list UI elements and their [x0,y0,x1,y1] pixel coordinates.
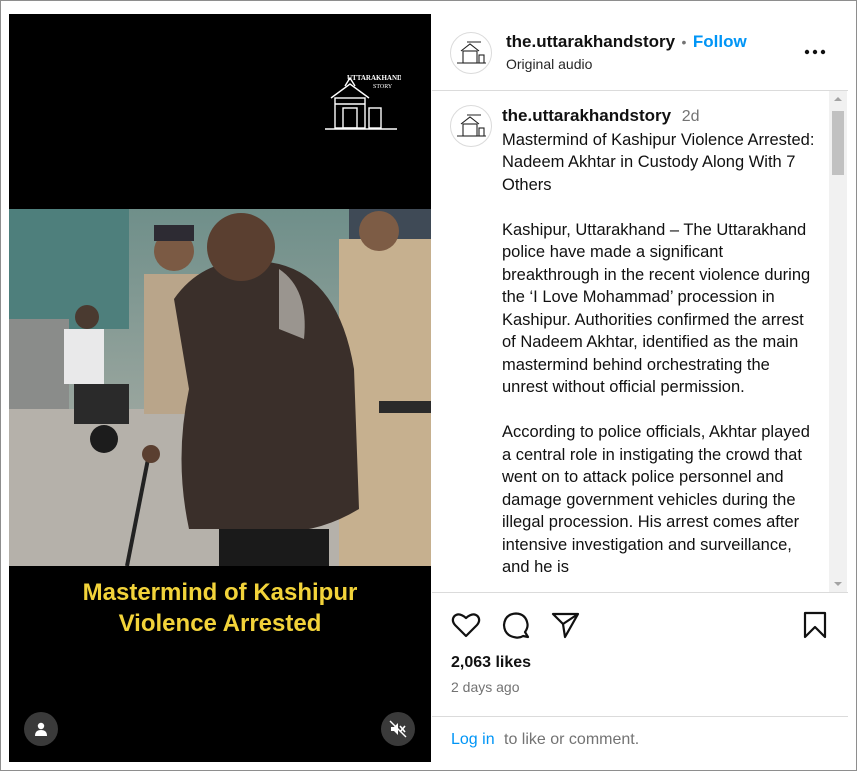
scroll-up-arrow-icon[interactable] [829,93,847,105]
mute-button[interactable] [381,712,415,746]
scroll-down-arrow-icon[interactable] [829,578,847,590]
scrollbar[interactable] [829,91,847,592]
post-paragraph-2: According to police officials, Akhtar pl… [502,423,810,576]
caption-avatar[interactable] [450,105,492,147]
profile-logo-icon [457,41,486,64]
post-time[interactable]: 2d [682,108,700,125]
post-caption: the.uttarakhandstory 2d Mastermind of Ka… [502,105,820,592]
user-icon [35,722,47,736]
watermark-logo: UTTARAKHAND STORY [321,72,402,134]
video-caption: Mastermind of Kashipur Violence Arrested [9,577,431,639]
embed-frame: UTTARAKHAND STORY Mastermind of Kashipur… [0,0,857,771]
save-button[interactable] [802,611,828,644]
bookmark-icon [803,611,827,639]
share-button[interactable] [551,611,581,644]
likes-count[interactable]: 2,063 likes [451,654,531,672]
video-frame-image [9,209,431,566]
profile-logo-icon [457,114,486,137]
svg-text:UTTARAKHAND: UTTARAKHAND [347,74,401,82]
audio-label[interactable]: Original audio [506,56,592,72]
action-bar [432,608,848,644]
caption-username[interactable]: the.uttarakhandstory [502,106,671,125]
post-title: Mastermind of Kashipur Violence Arrested… [502,130,815,194]
comment-button[interactable] [501,611,531,646]
login-prompt: Log in to like or comment. [432,716,848,763]
login-link[interactable]: Log in [451,731,495,749]
post-header: the.uttarakhandstory • Follow Original a… [432,14,848,91]
svg-text:STORY: STORY [373,84,393,90]
caption-line-2: Violence Arrested [118,610,322,637]
separator-dot: • [681,34,687,50]
muted-speaker-icon [389,720,407,738]
post-panel: the.uttarakhandstory • Follow Original a… [432,14,848,762]
heart-icon [451,613,481,638]
posted-time[interactable]: 2 days ago [451,679,520,695]
user-tag-button[interactable] [24,712,58,746]
more-options-button[interactable] [802,40,830,64]
header-username[interactable]: the.uttarakhandstory [506,32,675,51]
share-icon [551,612,580,639]
more-options-icon [804,49,826,55]
video-player[interactable]: UTTARAKHAND STORY Mastermind of Kashipur… [9,14,431,762]
follow-button[interactable]: Follow [693,32,747,51]
login-prompt-text: to like or comment. [504,731,640,748]
caption-line-1: Mastermind of Kashipur [82,579,358,606]
post-paragraph-1: Kashipur, Uttarakhand – The Uttarakhand … [502,220,811,397]
like-button[interactable] [451,611,481,644]
caption-scroll-area[interactable]: the.uttarakhandstory 2d Mastermind of Ka… [432,91,848,593]
avatar[interactable] [450,32,492,74]
scrollbar-thumb[interactable] [832,111,844,175]
comment-icon [502,612,530,639]
